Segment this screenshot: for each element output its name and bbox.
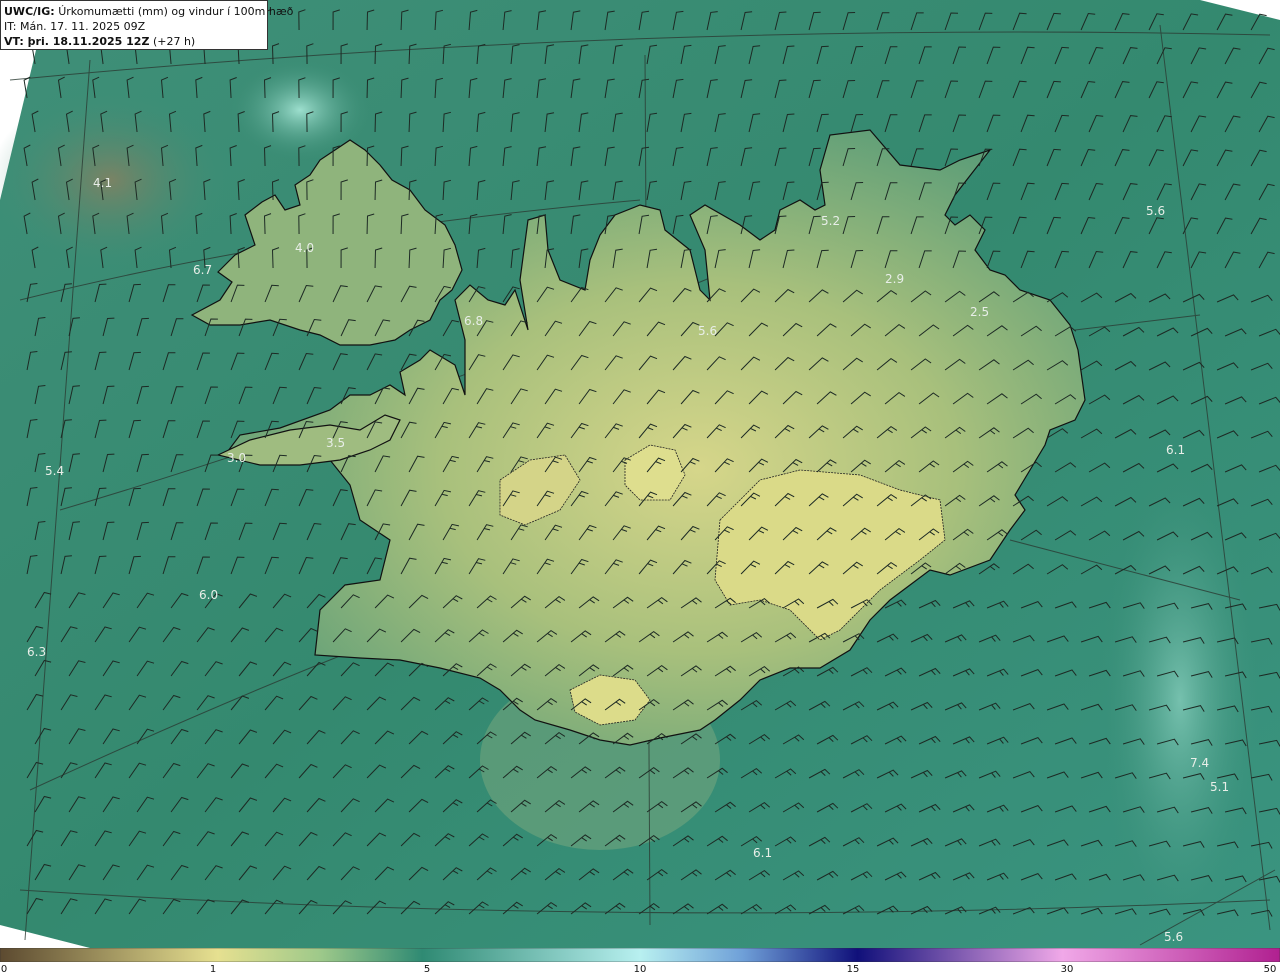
product-label: UWC/IG: [4, 5, 55, 18]
title-row: UWC/IG: Úrkomumætti (mm) og vindur í 100… [4, 4, 293, 19]
init-time: IT: Mán. 17. 11. 2025 09Z [4, 20, 146, 33]
map-value: 6.7 [193, 263, 212, 277]
colorbar-gradient [0, 948, 1280, 962]
colorbar-tick: 30 [1060, 964, 1074, 975]
map-value: 2.9 [885, 272, 904, 286]
map-value: 5.2 [821, 214, 840, 228]
map-value: 4.1 [93, 176, 112, 190]
map-value: 5.4 [45, 464, 64, 478]
colorbar-tick: 0 [0, 964, 8, 975]
map-value: 6.3 [27, 645, 46, 659]
colorbar-tick: 50 [1263, 964, 1277, 975]
map-value: 6.1 [753, 846, 772, 860]
map-info-box: UWC/IG: Úrkomumætti (mm) og vindur í 100… [0, 0, 293, 50]
forecast-hour: (+27 h) [152, 35, 196, 48]
map-value: 5.6 [1146, 204, 1165, 218]
map-title: Úrkomumætti (mm) og vindur í 100m hæð [58, 5, 294, 18]
map-value: 5.1 [1210, 780, 1229, 794]
colorbar-tick: 10 [633, 964, 647, 975]
map-value: 6.1 [1166, 443, 1185, 457]
dry-area [0, 90, 230, 270]
colorbar-tick: 5 [423, 964, 431, 975]
map-value: 3.5 [326, 436, 345, 450]
map-value: 6.0 [199, 588, 218, 602]
valid-time-row: VT: þri. 18.11.2025 12Z (+27 h) [4, 34, 264, 49]
colorbar-tick: 1 [209, 964, 217, 975]
colorbar-ticks: 0 1 5 10 15 30 50 [0, 962, 1280, 978]
precipitation-map: 4.1 4.0 6.7 6.8 5.6 5.2 2.9 2.5 5.6 3.5 … [0, 0, 1280, 948]
map-value: 4.0 [295, 241, 314, 255]
colorbar [0, 948, 1280, 962]
map-value: 5.6 [1164, 930, 1183, 944]
map-value: 3.0 [227, 451, 246, 465]
map-value: 2.5 [970, 305, 989, 319]
map-value: 7.4 [1190, 756, 1209, 770]
valid-time: VT: þri. 18.11.2025 12Z [4, 35, 150, 48]
colorbar-tick: 15 [846, 964, 860, 975]
map-value: 5.6 [698, 324, 717, 338]
map-value: 6.8 [464, 314, 483, 328]
